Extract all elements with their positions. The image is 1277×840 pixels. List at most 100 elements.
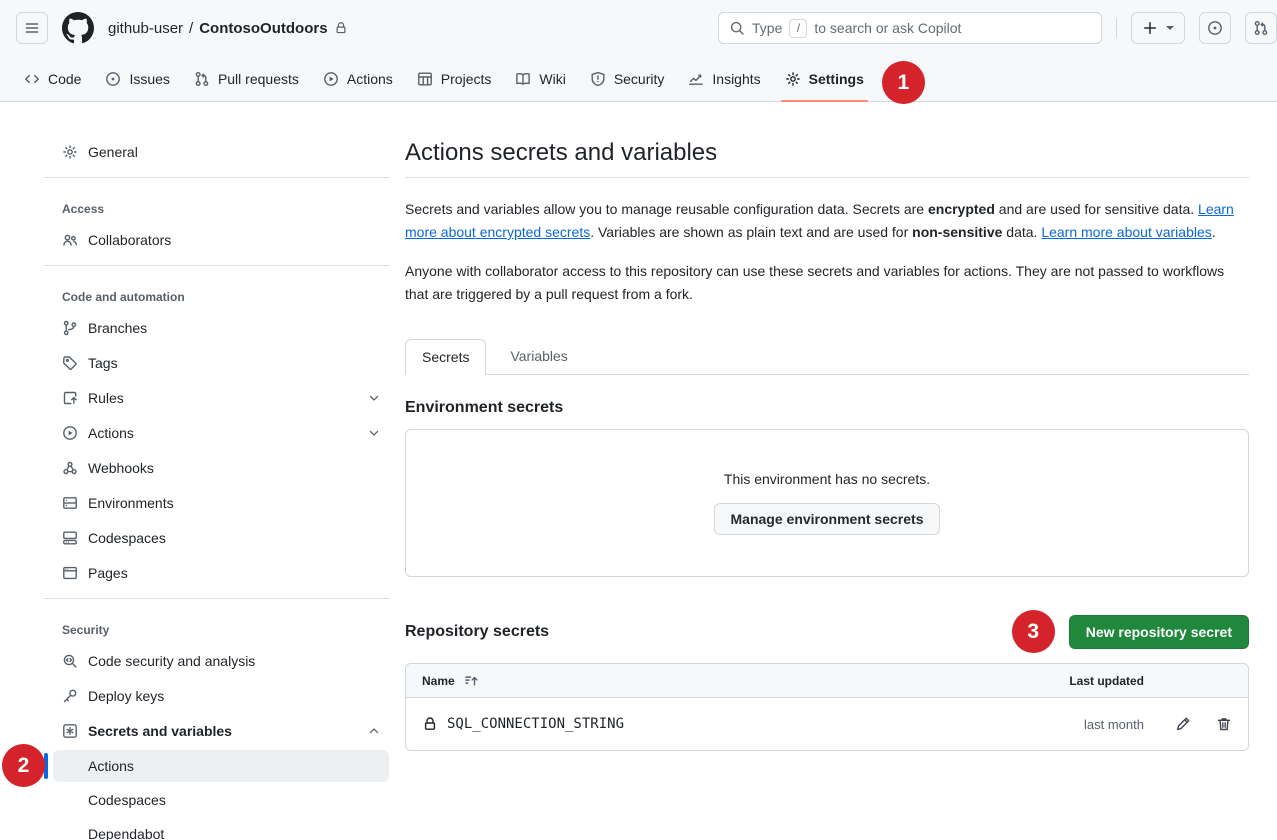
- intro-bold-non-sensitive: non-sensitive: [912, 224, 1002, 240]
- tab-wiki-label: Wiki: [539, 71, 565, 87]
- tab-issues[interactable]: Issues: [97, 56, 177, 101]
- intro-bold-encrypted: encrypted: [928, 201, 995, 217]
- learn-more-variables-link[interactable]: Learn more about variables: [1041, 224, 1211, 240]
- create-new-dropdown-button[interactable]: [1131, 12, 1185, 44]
- rules-icon: [62, 390, 78, 406]
- table-row: SQL_CONNECTION_STRING last month: [406, 698, 1248, 750]
- pencil-icon: [1175, 716, 1191, 732]
- manage-environment-secrets-button[interactable]: Manage environment secrets: [714, 503, 941, 535]
- global-issues-button[interactable]: [1199, 12, 1231, 44]
- trash-icon: [1216, 716, 1232, 732]
- sidebar-item-actions[interactable]: Actions: [44, 415, 389, 450]
- sidebar-subitem-label: Actions: [88, 758, 134, 774]
- sidebar-subitem-dependabot[interactable]: Dependabot: [53, 818, 389, 840]
- secret-name: SQL_CONNECTION_STRING: [447, 716, 624, 732]
- sidebar-item-label: Code security and analysis: [88, 653, 255, 669]
- new-repository-secret-button[interactable]: New repository secret: [1069, 615, 1249, 649]
- sidebar-item-label: Pages: [88, 565, 128, 581]
- intro-text: .: [1212, 224, 1216, 240]
- sidebar-item-code-security[interactable]: Code security and analysis: [44, 643, 389, 678]
- issue-opened-icon: [1207, 20, 1223, 36]
- code-scan-icon: [62, 653, 78, 669]
- tab-settings-label: Settings: [809, 71, 864, 87]
- webhook-icon: [62, 460, 78, 476]
- step-2-badge: 2: [2, 744, 45, 787]
- chevron-down-icon: [367, 426, 381, 440]
- tab-insights-label: Insights: [712, 71, 760, 87]
- search-input[interactable]: Type / to search or ask Copilot: [718, 12, 1102, 44]
- chevron-up-icon: [367, 724, 381, 738]
- settings-sidebar-nav: General Access Collaborators Code and au…: [44, 134, 389, 840]
- sidebar-item-codespaces[interactable]: Codespaces: [44, 520, 389, 555]
- tab-pull-requests[interactable]: Pull requests: [186, 56, 307, 101]
- edit-secret-button[interactable]: [1175, 716, 1191, 732]
- sidebar-section-code-automation: Code and automation: [44, 274, 389, 310]
- tab-variables[interactable]: Variables: [494, 339, 583, 374]
- tab-code-label: Code: [48, 71, 81, 87]
- slash-key-hint: /: [789, 19, 807, 38]
- delete-secret-button[interactable]: [1216, 716, 1232, 732]
- sidebar-subitem-label: Codespaces: [88, 792, 166, 808]
- tab-pull-requests-label: Pull requests: [218, 71, 299, 87]
- tab-wiki[interactable]: Wiki: [507, 56, 573, 101]
- tab-projects[interactable]: Projects: [409, 56, 500, 101]
- sidebar-item-webhooks[interactable]: Webhooks: [44, 450, 389, 485]
- tab-security[interactable]: Security: [582, 56, 673, 101]
- git-pull-request-icon: [194, 71, 210, 87]
- graph-icon: [688, 71, 704, 87]
- settings-sidebar: General Access Collaborators Code and au…: [16, 102, 389, 840]
- step-1-badge: 1: [882, 61, 925, 104]
- tag-icon: [62, 355, 78, 371]
- sidebar-item-label: Environments: [88, 495, 174, 511]
- private-repo-lock-icon: [334, 21, 348, 35]
- codespaces-icon: [62, 530, 78, 546]
- search-placeholder-prefix: Type: [752, 20, 782, 36]
- sidebar-item-label: Actions: [88, 425, 357, 441]
- git-pull-request-icon: [1253, 20, 1269, 36]
- sort-ascending-icon[interactable]: [464, 673, 479, 688]
- sidebar-section-security: Security: [44, 607, 389, 643]
- lock-icon: [422, 716, 438, 732]
- secret-updated-cell: last month: [1024, 717, 1144, 732]
- chevron-down-icon: [1166, 26, 1174, 30]
- breadcrumb-owner-link[interactable]: github-user: [108, 20, 183, 37]
- sidebar-item-general[interactable]: General: [44, 134, 389, 169]
- github-logo-icon[interactable]: [62, 12, 94, 44]
- sidebar-item-secrets-and-variables[interactable]: Secrets and variables: [44, 713, 389, 748]
- sidebar-item-environments[interactable]: Environments: [44, 485, 389, 520]
- sidebar-item-branches[interactable]: Branches: [44, 310, 389, 345]
- global-pull-requests-button[interactable]: [1245, 12, 1277, 44]
- tab-settings[interactable]: Settings 1: [777, 56, 872, 101]
- sidebar-item-tags[interactable]: Tags: [44, 345, 389, 380]
- sidebar-item-label: Branches: [88, 320, 147, 336]
- step-3-badge: 3: [1012, 610, 1055, 653]
- table-icon: [417, 71, 433, 87]
- sidebar-subitem-codespaces[interactable]: Codespaces: [53, 784, 389, 816]
- header-divider: [1116, 18, 1117, 38]
- environment-empty-text: This environment has no secrets.: [724, 471, 930, 487]
- intro-text: . Variables are shown as plain text and …: [590, 224, 912, 240]
- tab-insights[interactable]: Insights: [680, 56, 768, 101]
- sidebar-subitem-actions[interactable]: 2 Actions: [53, 750, 389, 782]
- sidebar-divider: [44, 177, 389, 178]
- search-placeholder-suffix: to search or ask Copilot: [814, 20, 961, 36]
- page-body: General Access Collaborators Code and au…: [0, 102, 1277, 840]
- tab-code[interactable]: Code: [16, 56, 89, 101]
- plus-icon: [1142, 20, 1158, 36]
- intro-text: and are used for sensitive data.: [995, 201, 1198, 217]
- breadcrumb-repo-link[interactable]: ContosoOutdoors: [199, 20, 327, 37]
- sidebar-item-collaborators[interactable]: Collaborators: [44, 222, 389, 257]
- server-icon: [62, 495, 78, 511]
- sidebar-item-pages[interactable]: Pages: [44, 555, 389, 590]
- environment-secrets-heading: Environment secrets: [405, 399, 1249, 417]
- repository-secrets-table: Name Last updated SQL_CONNECTION_STRING …: [405, 663, 1249, 751]
- chevron-down-icon: [367, 391, 381, 405]
- sidebar-item-label: Tags: [88, 355, 118, 371]
- sidebar-item-deploy-keys[interactable]: Deploy keys: [44, 678, 389, 713]
- app-header: github-user / ContosoOutdoors Type / to …: [0, 0, 1277, 56]
- tab-actions[interactable]: Actions: [315, 56, 401, 101]
- play-icon: [323, 71, 339, 87]
- sidebar-item-rules[interactable]: Rules: [44, 380, 389, 415]
- hamburger-menu-button[interactable]: [16, 12, 48, 44]
- tab-secrets[interactable]: Secrets: [405, 339, 486, 375]
